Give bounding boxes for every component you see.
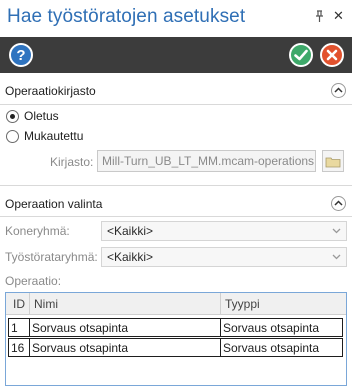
- title-bar: Hae työstöratojen asetukset ✕: [0, 0, 352, 37]
- cell-id: 1: [8, 318, 30, 337]
- library-label: Kirjasto:: [50, 155, 94, 169]
- cell-name: Sorvaus otsapinta: [30, 338, 221, 357]
- chevron-down-icon: [332, 228, 341, 234]
- cancel-icon: [326, 49, 338, 61]
- cell-type: Sorvaus otsapinta: [221, 318, 343, 337]
- close-icon[interactable]: ✕: [333, 8, 344, 24]
- radio-oletus[interactable]: Oletus: [6, 108, 59, 124]
- toolpath-group-select[interactable]: <Kaikki>: [101, 247, 347, 267]
- pin-icon[interactable]: [315, 10, 324, 26]
- help-icon: ?: [16, 46, 26, 64]
- cell-type: Sorvaus otsapinta: [221, 338, 343, 357]
- radio-mukautettu[interactable]: Mukautettu: [6, 128, 83, 144]
- operation-label: Operaatio:: [5, 274, 62, 288]
- machine-group-label: Koneryhmä:: [5, 224, 70, 238]
- radio-label: Mukautettu: [24, 129, 84, 143]
- library-section-header: Operaatiokirjasto: [0, 80, 352, 102]
- library-section-title: Operaatiokirjasto: [5, 84, 96, 98]
- check-icon: [294, 49, 308, 61]
- column-header-name[interactable]: Nimi: [30, 293, 221, 315]
- toolpath-group-label: Työstörataryhmä:: [5, 250, 98, 264]
- divider: [0, 104, 352, 105]
- divider: [0, 216, 352, 217]
- radio-button[interactable]: [6, 109, 19, 123]
- table-row[interactable]: 16 Sorvaus otsapinta Sorvaus otsapinta: [6, 338, 346, 357]
- collapse-selection-button[interactable]: [331, 196, 346, 211]
- chevron-up-icon: [334, 87, 343, 93]
- selection-section-title: Operaation valinta: [5, 197, 103, 211]
- table-row[interactable]: 1 Sorvaus otsapinta Sorvaus otsapinta: [6, 318, 346, 337]
- divider: [0, 185, 352, 186]
- cell-id: 16: [8, 338, 30, 357]
- chevron-up-icon: [334, 200, 343, 206]
- help-button[interactable]: ?: [9, 43, 33, 67]
- window-title: Hae työstöratojen asetukset: [7, 6, 246, 27]
- browse-button: [322, 150, 344, 172]
- chevron-down-icon: [332, 254, 341, 260]
- column-header-type[interactable]: Tyyppi: [221, 293, 346, 315]
- toolpath-group-value: <Kaikki>: [107, 250, 154, 264]
- library-path-field: Mill-Turn_UB_LT_MM.mcam-operations: [97, 150, 316, 172]
- collapse-library-button[interactable]: [331, 83, 346, 98]
- operations-table: ID Nimi Tyyppi 1 Sorvaus otsapinta Sorva…: [5, 292, 347, 386]
- toolbar: ?: [0, 37, 352, 73]
- ok-button[interactable]: [289, 43, 313, 67]
- machine-group-select[interactable]: <Kaikki>: [101, 221, 347, 241]
- column-header-id[interactable]: ID: [6, 293, 30, 315]
- cancel-button[interactable]: [320, 43, 344, 67]
- selection-section-header: Operaation valinta: [0, 193, 352, 215]
- radio-label: Oletus: [24, 109, 59, 123]
- radio-button[interactable]: [6, 129, 19, 143]
- machine-group-value: <Kaikki>: [107, 224, 154, 238]
- folder-icon: [325, 157, 341, 167]
- cell-name: Sorvaus otsapinta: [30, 318, 221, 337]
